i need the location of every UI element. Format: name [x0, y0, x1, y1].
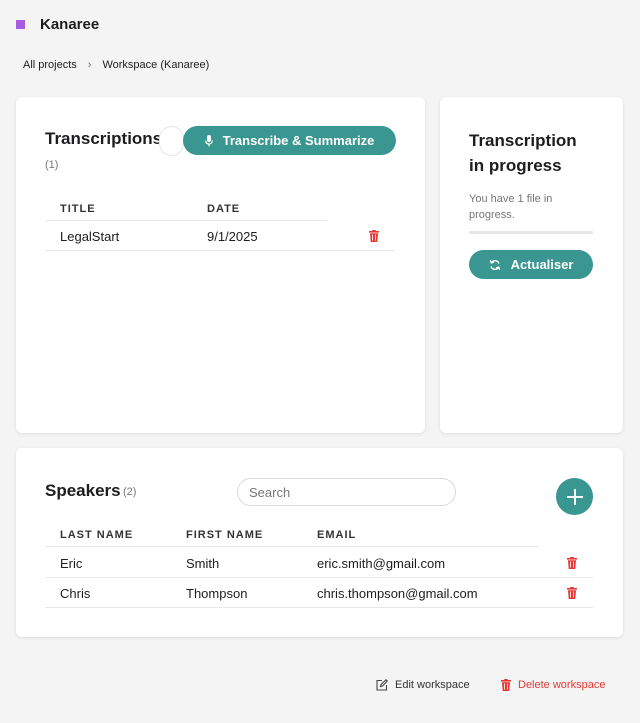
refresh-button[interactable]: Actualiser: [469, 250, 593, 279]
edit-icon: [376, 679, 388, 691]
progress-title: Transcription in progress: [469, 128, 577, 178]
plus-icon: [566, 488, 583, 505]
delete-workspace-label: Delete workspace: [518, 679, 606, 691]
transcribe-summarize-button[interactable]: Transcribe & Summarize: [183, 126, 396, 155]
edit-workspace-label: Edit workspace: [395, 679, 470, 691]
table-header-divider: [45, 220, 327, 221]
column-header-date: DATE: [207, 203, 241, 215]
last-name-cell: Eric: [60, 556, 83, 571]
breadcrumb-all-projects[interactable]: All projects: [23, 59, 77, 71]
add-speaker-button[interactable]: [556, 478, 593, 515]
first-name-cell: Thompson: [186, 586, 248, 601]
delete-workspace-link[interactable]: Delete workspace: [501, 679, 605, 691]
progress-bar-track: [469, 231, 593, 234]
column-header-first-name: FIRST NAME: [186, 529, 264, 541]
app-header: Kanaree: [16, 14, 99, 34]
breadcrumb-current-workspace: Workspace (Kanaree): [102, 59, 210, 71]
first-name-cell: Smith: [186, 556, 220, 571]
transcription-date-cell: 9/1/2025: [207, 229, 258, 244]
trash-icon[interactable]: [567, 587, 577, 599]
row-divider: [45, 577, 593, 578]
email-cell: eric.smith@gmail.com: [317, 556, 446, 571]
progress-title-line1: Transcription: [469, 131, 577, 150]
transcriptions-title: Transcriptions: [45, 129, 163, 148]
transcriptions-toggle[interactable]: [159, 126, 184, 156]
trash-icon[interactable]: [369, 230, 379, 242]
speakers-card: [16, 448, 623, 637]
trash-icon: [501, 679, 511, 691]
speaker-search-input[interactable]: [237, 478, 456, 506]
trash-icon[interactable]: [567, 557, 577, 569]
progress-message-line1: You have 1 file in: [469, 193, 553, 205]
speakers-count: (2): [123, 486, 137, 498]
breadcrumb: All projects › Workspace (Kanaree): [23, 59, 209, 71]
transcription-title-cell: LegalStart: [60, 229, 120, 244]
app-logo-icon: [16, 19, 25, 29]
refresh-label: Actualiser: [510, 257, 574, 272]
progress-message-line2: progress.: [469, 209, 515, 221]
app-title: Kanaree: [40, 15, 100, 33]
row-divider: [45, 607, 593, 608]
column-header-email: EMAIL: [317, 529, 357, 541]
progress-message: You have 1 file in progress.: [469, 191, 552, 223]
last-name-cell: Chris: [60, 586, 91, 601]
email-cell: chris.thompson@gmail.com: [317, 586, 478, 601]
refresh-icon: [489, 259, 500, 270]
breadcrumb-separator-icon: ›: [87, 59, 92, 71]
column-header-last-name: LAST NAME: [60, 529, 134, 541]
table-header-divider: [45, 546, 539, 547]
edit-workspace-link[interactable]: Edit workspace: [376, 679, 470, 691]
row-divider: [45, 250, 395, 251]
column-header-title: TITLE: [60, 203, 96, 215]
transcriptions-count: (1): [45, 159, 59, 171]
progress-title-line2: in progress: [469, 156, 562, 175]
transcribe-summarize-label: Transcribe & Summarize: [222, 133, 375, 148]
microphone-icon: [204, 134, 213, 146]
speakers-title: Speakers: [45, 481, 121, 500]
